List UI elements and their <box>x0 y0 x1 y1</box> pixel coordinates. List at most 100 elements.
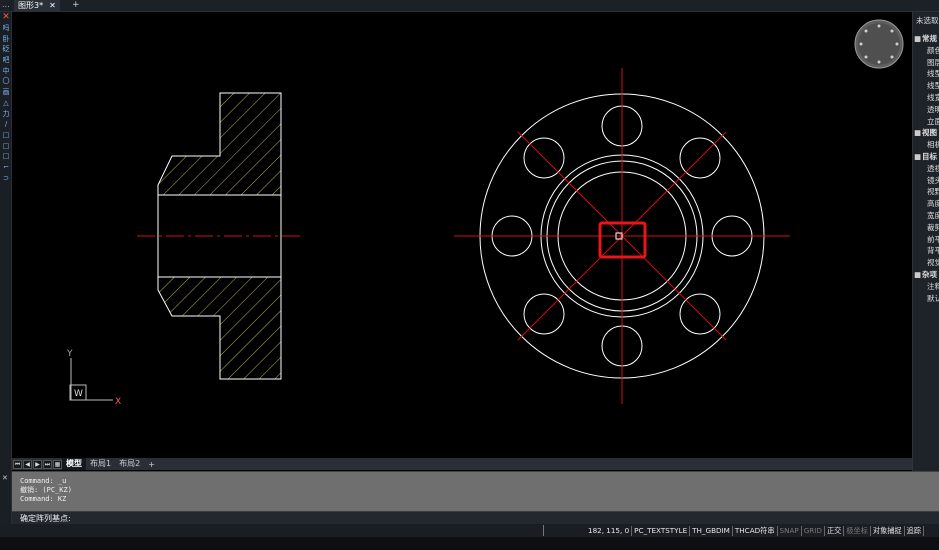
property-label: 高度 <box>927 199 939 209</box>
property-row[interactable]: 线型 <box>913 80 939 91</box>
section-view <box>137 92 300 380</box>
toolbar-tool-icon[interactable]: 中 <box>0 65 12 76</box>
close-icon[interactable]: ✕ <box>49 0 56 12</box>
property-row[interactable]: 注释 <box>913 281 939 292</box>
status-toggle[interactable]: 追踪 <box>905 525 925 536</box>
property-category[interactable]: ■常规 <box>913 33 939 44</box>
collapse-icon[interactable]: ■ <box>913 33 922 44</box>
toolbar-tool-icon[interactable]: ⊃ <box>0 172 12 183</box>
toolbar-tool-icon[interactable]: 〇 <box>0 76 12 87</box>
document-tab[interactable]: 图形3* ✕ <box>14 0 60 12</box>
layout-tab-bar: ⏮ ◀ ▶ ⏭ ▦ 模型 布局1 布局2 + <box>12 458 912 470</box>
toolbar-tool-icon[interactable]: 吧 <box>0 55 12 66</box>
property-label: 常规 <box>922 34 937 43</box>
property-row[interactable]: 视觉 <box>913 257 939 268</box>
toolbar-tool-icon[interactable]: ⌐ <box>0 162 12 173</box>
property-category[interactable]: ■目标 <box>913 151 939 162</box>
layout-nav-button[interactable]: ◀ <box>23 459 32 469</box>
toolbar-tool-icon[interactable]: □ <box>0 151 12 162</box>
layout-tab[interactable]: 布局2 <box>115 458 144 470</box>
property-label: 线型 <box>927 69 939 79</box>
drawing: W Y X <box>66 19 904 407</box>
toolbar-tool-icon[interactable]: 力 <box>0 108 12 119</box>
command-history-line: 撤销: (PC_KZ) <box>20 486 72 494</box>
ucs-w-label: W <box>74 389 83 399</box>
toolbar-tool-icon[interactable]: □ <box>0 140 12 151</box>
front-view <box>454 68 790 404</box>
toolbar-tool-icon[interactable]: □ <box>0 130 12 141</box>
close-icon[interactable]: ✕ <box>2 474 8 482</box>
property-label: 默认 <box>927 293 939 303</box>
property-row[interactable]: 立面 <box>913 116 939 127</box>
property-row[interactable]: 裁剪 <box>913 222 939 233</box>
layout-nav-button[interactable]: ▶ <box>33 459 42 469</box>
menu-icon[interactable]: ... <box>2 0 10 10</box>
property-row[interactable]: 线型 <box>913 68 939 79</box>
toolbar-tool-icon[interactable]: ✕ <box>0 12 12 23</box>
status-items: 182, 115, 0 PC_TEXTSTYLE TH_GBDIM THCAD符串 S… <box>586 524 925 537</box>
collapse-icon[interactable]: ■ <box>913 151 922 162</box>
property-row[interactable]: 宽度 <box>913 210 939 221</box>
toolbar-tool-icon[interactable]: 砭 <box>0 44 12 55</box>
drawing-canvas[interactable]: W Y X <box>12 12 912 458</box>
property-row[interactable]: 透明 <box>913 104 939 115</box>
property-row[interactable]: 透视 <box>913 163 939 174</box>
property-row[interactable]: 线宽 <box>913 92 939 103</box>
property-row[interactable]: 镜头 <box>913 175 939 186</box>
property-label: 颜色 <box>927 45 939 55</box>
property-label: 相机 <box>927 140 939 150</box>
layout-tab[interactable]: 布局1 <box>86 458 115 470</box>
property-label: 注释 <box>927 281 939 291</box>
property-row[interactable]: 相机 <box>913 139 939 150</box>
toolbar-tool-icon[interactable]: 吗 <box>0 23 12 34</box>
property-label: 背平 <box>927 246 939 256</box>
property-category[interactable]: ■视图 <box>913 127 939 138</box>
property-label: 镜头 <box>927 175 939 185</box>
navigation-wheel-icon[interactable] <box>854 19 904 69</box>
property-row[interactable]: 视野 <box>913 186 939 197</box>
bottom-strip <box>0 537 939 550</box>
property-label: 杂项 <box>922 270 937 279</box>
status-divider <box>543 525 544 536</box>
toolbar-tool-icon[interactable]: 卧 <box>0 33 12 44</box>
command-line[interactable]: 确定阵列基点: <box>12 511 939 524</box>
property-row[interactable]: 颜色 <box>913 45 939 56</box>
status-toggle[interactable]: TH_GBDIM <box>690 525 733 536</box>
property-label: 线型 <box>927 81 939 91</box>
property-row[interactable]: 高度 <box>913 198 939 209</box>
status-toggle[interactable]: GRID <box>802 525 825 536</box>
property-label: 宽度 <box>927 211 939 220</box>
command-history: Command: _u 撤销: (PC_KZ) Command: KZ <box>20 477 72 504</box>
layout-nav-button[interactable]: ⏭ <box>43 459 52 469</box>
layout-nav-button[interactable]: ⏮ <box>13 459 22 469</box>
property-row[interactable]: 图层 <box>913 57 939 68</box>
toolbar-tool-icon[interactable]: 画 <box>0 87 12 98</box>
status-toggle[interactable]: PC_TEXTSTYLE <box>632 525 691 536</box>
toolbar-tool-icon[interactable]: / <box>0 119 12 130</box>
layout-tab[interactable]: 模型 <box>62 458 86 470</box>
new-tab-button[interactable]: + <box>72 0 80 11</box>
layout-nav-button[interactable]: ▦ <box>53 459 62 469</box>
property-label: 立面 <box>927 116 939 126</box>
status-bar: 182, 115, 0 PC_TEXTSTYLE TH_GBDIM THCAD符串 S… <box>0 524 939 537</box>
property-row[interactable]: 前平 <box>913 234 939 245</box>
property-row[interactable]: 默认 <box>913 293 939 304</box>
status-toggle[interactable]: THCAD符串 <box>733 525 778 536</box>
hatch-bottom <box>157 276 282 380</box>
property-category[interactable]: ■杂项 <box>913 269 939 280</box>
property-row[interactable]: 背平 <box>913 245 939 256</box>
hatch-top <box>157 92 282 196</box>
property-label: 视图 <box>922 128 937 138</box>
status-toggle[interactable]: 正交 <box>825 525 845 536</box>
status-toggle[interactable]: SNAP <box>778 525 802 536</box>
collapse-icon[interactable]: ■ <box>913 127 922 138</box>
toolbar-tool-icon[interactable]: △ <box>0 98 12 109</box>
status-toggle[interactable]: 对象捕捉 <box>871 525 905 536</box>
collapse-icon[interactable]: ■ <box>913 269 922 280</box>
properties-panel: 未选取 ■常规颜色图层线型线型线宽透明立面■视图相机■目标透视镜头视野高度宽度裁… <box>912 12 939 471</box>
title-bar: ... 图形3* ✕ + <box>0 0 939 12</box>
selection-status: 未选取 <box>916 16 939 25</box>
coordinate-readout: 182, 115, 0 <box>586 525 633 536</box>
status-toggle[interactable]: 极坐标 <box>844 525 871 536</box>
add-layout-button[interactable]: + <box>144 460 159 469</box>
